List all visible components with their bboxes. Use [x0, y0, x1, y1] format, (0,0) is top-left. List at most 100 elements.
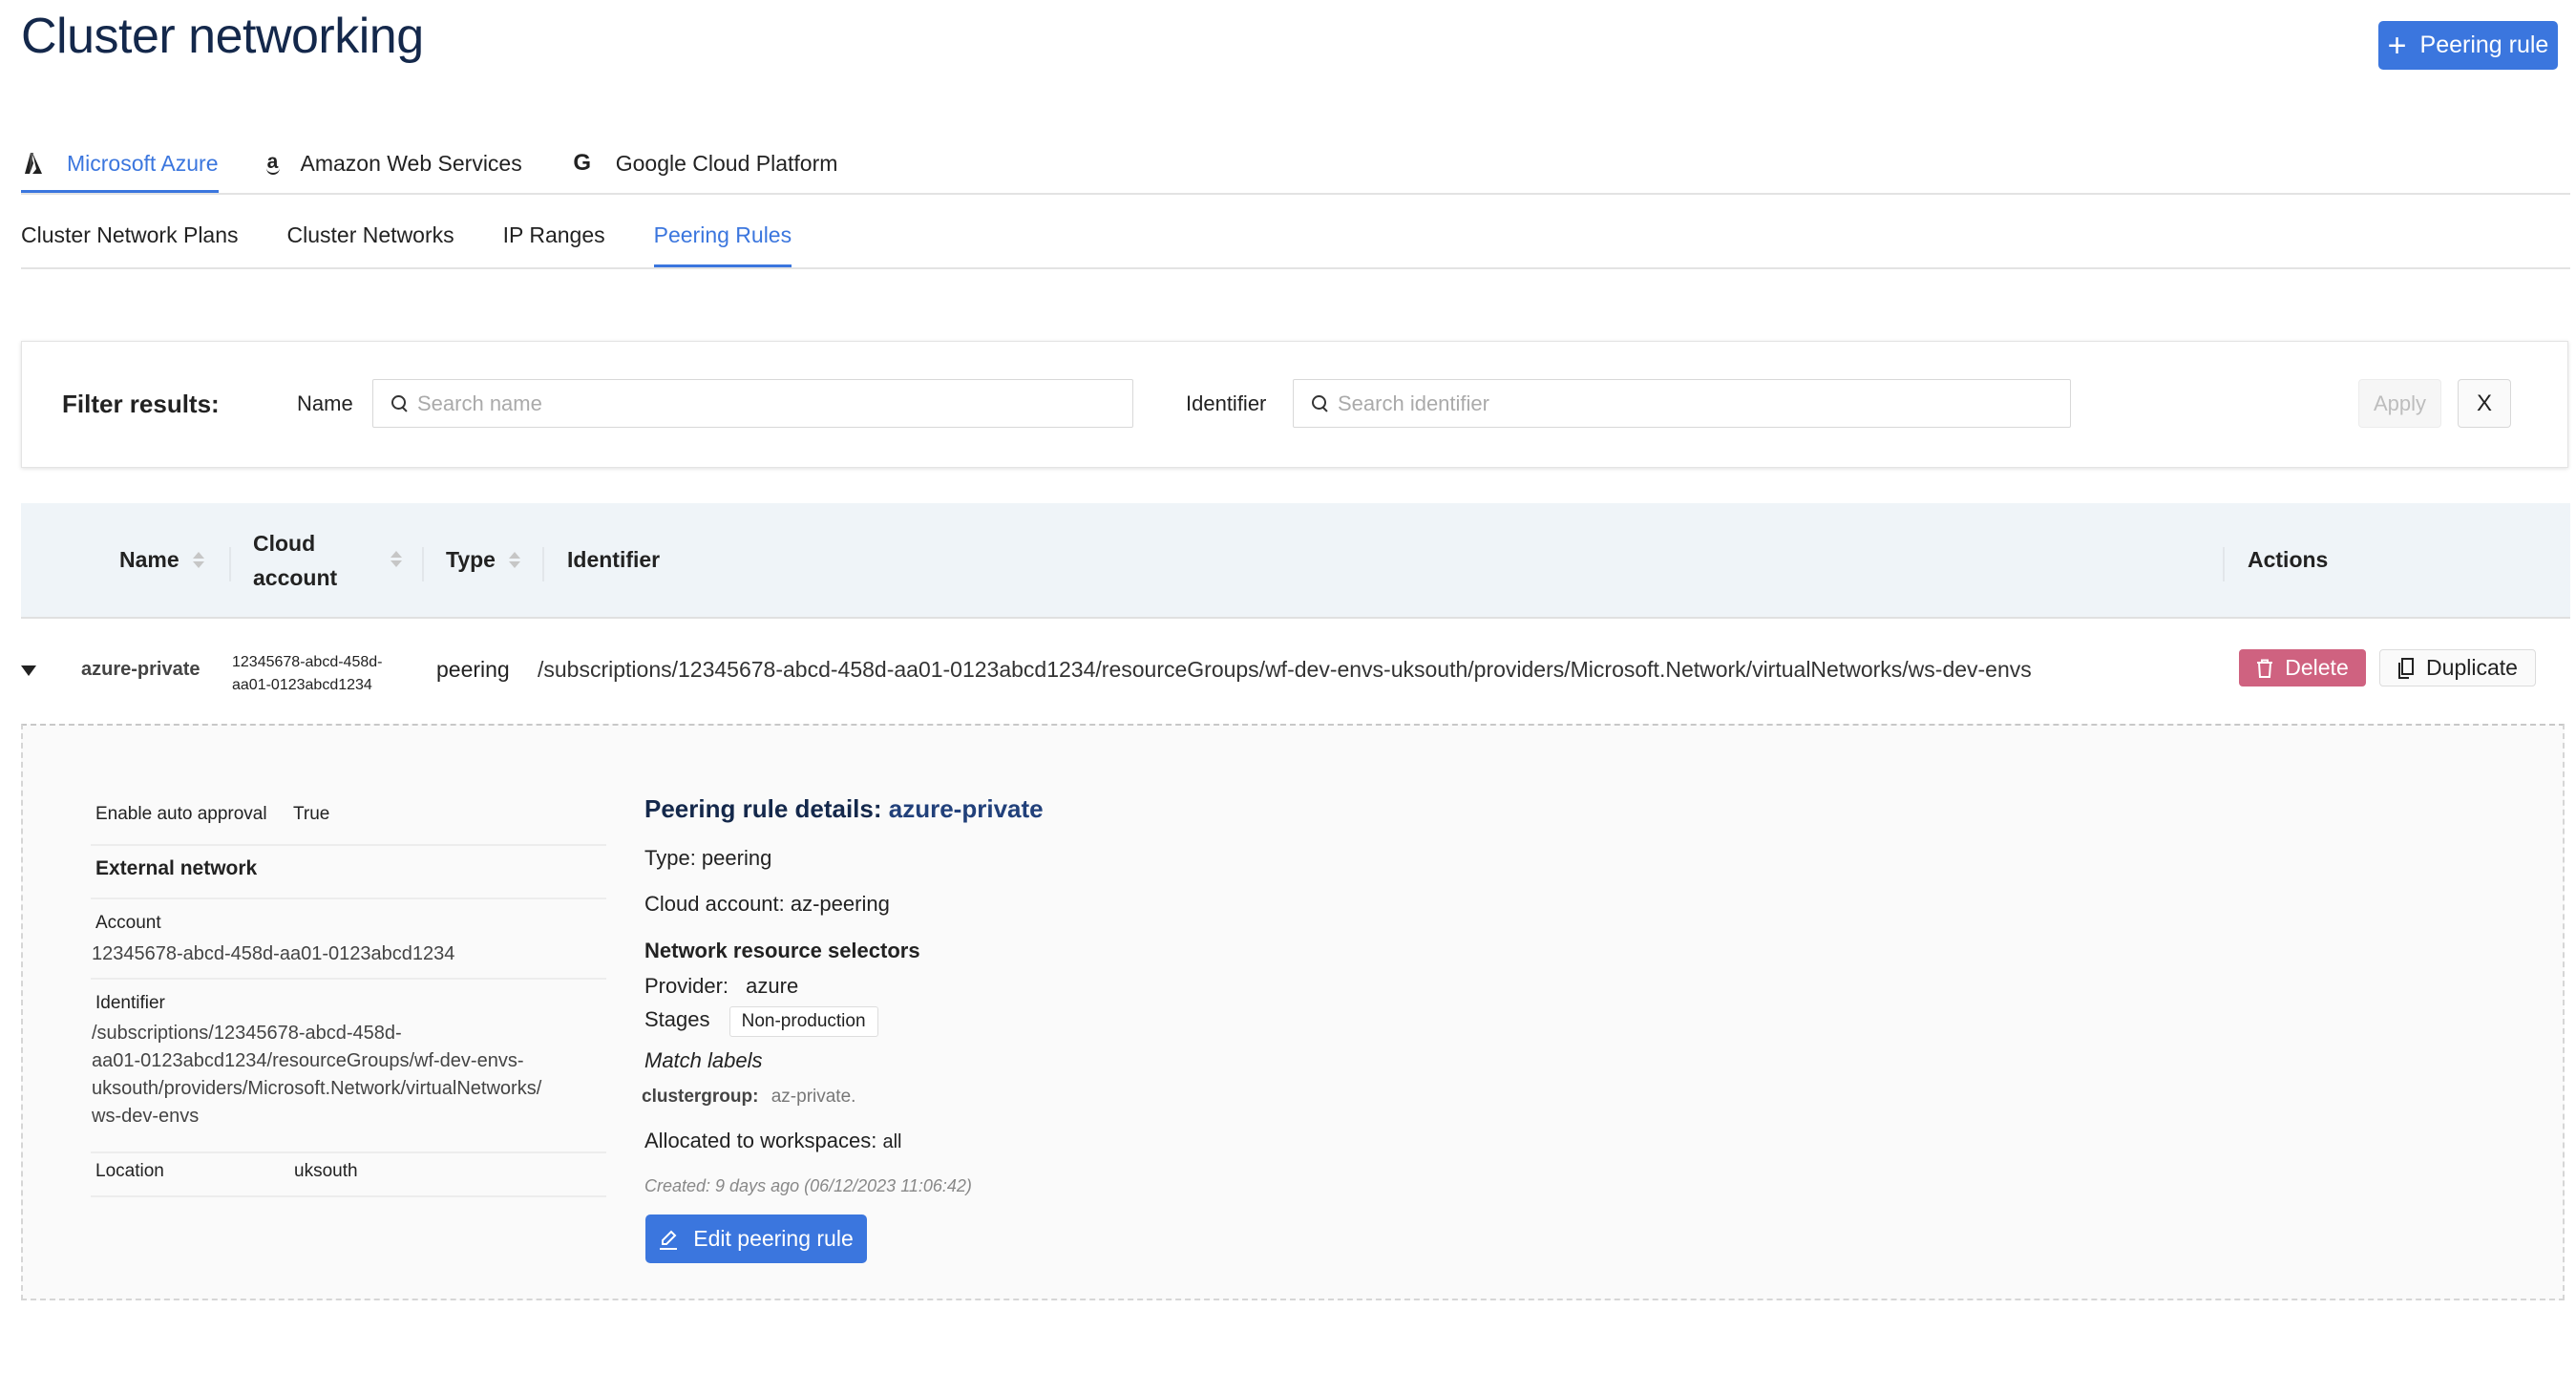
identifier-search-input[interactable]: Search identifier	[1293, 379, 2071, 428]
tab-microsoft-azure[interactable]: Microsoft Azure	[21, 134, 219, 194]
column-separator	[229, 547, 231, 581]
identifier-search-placeholder: Search identifier	[1338, 391, 1489, 415]
duplicate-button[interactable]: Duplicate	[2379, 649, 2536, 686]
table-header: Name Cloud account Type Identifier Actio…	[21, 503, 2570, 619]
external-network-heading: External network	[95, 857, 258, 879]
stages-row: Stages Non-production	[644, 1006, 878, 1037]
identifier-line: uksouth/providers/Microsoft.Network/virt…	[92, 1078, 542, 1099]
details-cloud-account: Cloud account: az-peering	[644, 892, 890, 916]
details-heading-name: azure-private	[888, 794, 1044, 823]
edit-peering-rule-button[interactable]: Edit peering rule	[645, 1214, 867, 1263]
expand-row-caret-icon[interactable]	[21, 665, 36, 676]
allocated-row: Allocated to workspaces: all	[644, 1129, 901, 1153]
field-value: uksouth	[294, 1161, 358, 1181]
stages-label: Stages	[644, 1007, 710, 1031]
azure-icon	[21, 151, 46, 176]
pencil-icon	[660, 1230, 678, 1250]
trash-icon	[2257, 659, 2273, 678]
row-identifier: /subscriptions/12345678-abcd-458d-aa01-0…	[538, 657, 2032, 682]
duplicate-label: Duplicate	[2426, 655, 2518, 680]
sort-icon[interactable]	[391, 551, 402, 567]
match-label-row: clustergroup: az-private.	[642, 1087, 855, 1108]
field-label: Account	[95, 913, 161, 933]
created-timestamp: Created: 9 days ago (06/12/2023 11:06:42…	[644, 1176, 972, 1195]
sub-tabs: Cluster Network Plans Cluster Networks I…	[21, 203, 840, 268]
field-label: Enable auto approval	[95, 804, 267, 824]
apply-button[interactable]: Apply	[2358, 379, 2441, 428]
provider-label: Provider:	[644, 974, 729, 998]
clear-filter-button[interactable]: X	[2458, 379, 2511, 428]
edit-label: Edit peering rule	[693, 1226, 854, 1251]
column-header-actions: Actions	[2248, 547, 2329, 572]
column-label: account	[253, 565, 338, 590]
search-icon	[391, 394, 410, 413]
column-header-cloud-account[interactable]: Cloud account	[253, 526, 337, 595]
match-labels-heading: Match labels	[644, 1048, 763, 1072]
column-header-type[interactable]: Type	[446, 547, 520, 573]
sort-icon[interactable]	[192, 552, 204, 568]
column-separator	[542, 547, 544, 581]
amazon-icon: a	[265, 151, 280, 175]
provider-tabs: Microsoft Azure a Amazon Web Services G …	[21, 134, 885, 194]
tab-peering-rules[interactable]: Peering Rules	[653, 203, 792, 268]
column-header-name[interactable]: Name	[119, 547, 204, 573]
provider-value: azure	[746, 974, 799, 998]
column-separator	[422, 547, 424, 581]
tab-label: Google Cloud Platform	[615, 150, 838, 176]
tab-label: Amazon Web Services	[300, 150, 522, 176]
label-value: az-private.	[771, 1087, 856, 1107]
field-value: 12345678-abcd-458d-aa01-0123abcd1234	[92, 943, 455, 964]
external-network-heading-row: External network	[91, 846, 606, 899]
details-heading-prefix: Peering rule details:	[644, 794, 882, 823]
name-filter-label: Name	[297, 391, 353, 415]
tab-google-cloud-platform[interactable]: G Google Cloud Platform	[570, 134, 838, 193]
row-cloud-account-line: 12345678-abcd-458d-	[232, 654, 383, 670]
add-peering-rule-button[interactable]: + Peering rule	[2378, 21, 2558, 70]
google-icon: G	[573, 150, 592, 176]
allocated-label: Allocated to workspaces:	[644, 1129, 877, 1152]
add-peering-rule-label: Peering rule	[2419, 32, 2549, 58]
search-icon	[1311, 394, 1330, 413]
row-cloud-account-line: aa01-0123abcd1234	[232, 677, 372, 693]
identifier-line: /subscriptions/12345678-abcd-458d-	[92, 1023, 402, 1044]
field-label: Location	[95, 1161, 164, 1181]
row-cloud-account: 12345678-abcd-458d- aa01-0123abcd1234	[232, 651, 382, 697]
identifier-line: aa01-0123abcd1234/resourceGroups/wf-dev-…	[92, 1050, 524, 1071]
sort-icon[interactable]	[508, 552, 520, 568]
row-name: azure-private	[81, 659, 201, 680]
tab-amazon-web-services[interactable]: a Amazon Web Services	[265, 134, 522, 193]
sub-tabs-divider	[21, 267, 2570, 269]
label-key: clustergroup:	[642, 1087, 759, 1107]
details-type: Type: peering	[644, 846, 772, 870]
row-type: peering	[436, 657, 510, 682]
tab-cluster-network-plans[interactable]: Cluster Network Plans	[21, 203, 239, 267]
name-search-placeholder: Search name	[417, 391, 542, 415]
provider-row: Provider: azure	[644, 974, 798, 999]
field-value: True	[293, 804, 330, 824]
column-header-identifier: Identifier	[567, 547, 661, 572]
delete-button[interactable]: Delete	[2239, 649, 2366, 686]
tab-ip-ranges[interactable]: IP Ranges	[503, 203, 605, 267]
column-separator	[2223, 547, 2225, 581]
auto-approval-field: Enable auto approval True	[91, 800, 606, 846]
identifier-filter-label: Identifier	[1186, 391, 1267, 415]
tab-label: Microsoft Azure	[67, 150, 219, 176]
page-title: Cluster networking	[21, 9, 424, 64]
allocated-value: all	[882, 1131, 902, 1152]
provider-tabs-divider	[21, 193, 2570, 195]
name-search-input[interactable]: Search name	[372, 379, 1133, 428]
field-value: /subscriptions/12345678-abcd-458d- aa01-…	[92, 1020, 541, 1130]
identifier-line: ws-dev-envs	[92, 1106, 200, 1127]
selectors-heading: Network resource selectors	[644, 939, 920, 962]
filter-title: Filter results:	[62, 390, 220, 418]
column-label: Name	[119, 547, 179, 572]
location-field: Location uksouth	[91, 1153, 606, 1197]
details-heading: Peering rule details: azure-private	[644, 794, 1044, 824]
delete-label: Delete	[2285, 655, 2349, 680]
stage-badge: Non-production	[728, 1006, 878, 1037]
copy-icon	[2398, 657, 2415, 679]
account-field: Account 12345678-abcd-458d-aa01-0123abcd…	[91, 899, 606, 980]
column-label: Type	[446, 547, 496, 572]
column-label: Cloud	[253, 531, 316, 556]
tab-cluster-networks[interactable]: Cluster Networks	[287, 203, 454, 267]
